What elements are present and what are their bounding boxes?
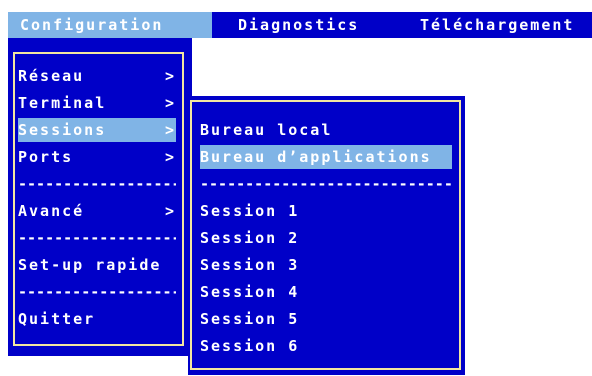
submenu-item-session-5[interactable]: Session 5 (200, 307, 299, 331)
menu-configuration[interactable]: Configuration (8, 12, 212, 38)
menu-item-terminal-label: Terminal (18, 94, 107, 112)
menu-item-setup-rapide-label: Set-up rapide (18, 256, 162, 274)
configuration-dropdown: Réseau > Terminal > Sessions > Ports > -… (8, 38, 192, 356)
chevron-right-icon: > (164, 67, 176, 85)
submenu-separator: ------------------------------- (200, 175, 452, 193)
chevron-right-icon: > (164, 94, 176, 112)
menu-item-avance-label: Avancé (18, 202, 85, 220)
menu-diagnostics[interactable]: Diagnostics (238, 12, 359, 38)
submenu-item-session-1[interactable]: Session 1 (200, 199, 299, 223)
submenu-item-session-4[interactable]: Session 4 (200, 280, 299, 304)
chevron-right-icon: > (164, 148, 176, 166)
chevron-right-icon: > (164, 121, 176, 139)
submenu-item-session-3[interactable]: Session 3 (200, 253, 299, 277)
menu-separator: ------------------------- (18, 283, 176, 301)
menu-item-quitter-label: Quitter (18, 310, 96, 328)
menu-item-ports-label: Ports (18, 148, 74, 166)
submenu-item-session-5-label: Session 5 (200, 310, 300, 328)
submenu-item-bureau-applications-label: Bureau d’applications (200, 148, 432, 166)
chevron-right-icon: > (164, 202, 176, 220)
menu-item-setup-rapide[interactable]: Set-up rapide (18, 253, 178, 277)
menu-telechargement[interactable]: Téléchargement (420, 12, 574, 38)
menu-item-quitter[interactable]: Quitter (18, 307, 176, 331)
menu-item-sessions[interactable]: Sessions > (18, 118, 176, 142)
menu-telechargement-label: Téléchargement (420, 16, 575, 34)
menu-separator: ------------------------- (18, 175, 176, 193)
sessions-submenu: Bureau local Bureau d’applications -----… (188, 96, 465, 375)
submenu-item-session-2-label: Session 2 (200, 229, 300, 247)
menu-configuration-label: Configuration (20, 16, 164, 34)
submenu-item-bureau-local-label: Bureau local (200, 121, 333, 139)
submenu-item-session-1-label: Session 1 (200, 202, 300, 220)
submenu-item-bureau-local[interactable]: Bureau local (200, 118, 332, 142)
menu-item-sessions-label: Sessions (18, 121, 107, 139)
menu-item-terminal[interactable]: Terminal > (18, 91, 176, 115)
submenu-item-session-3-label: Session 3 (200, 256, 300, 274)
menu-item-reseau[interactable]: Réseau > (18, 64, 176, 88)
submenu-item-session-6[interactable]: Session 6 (200, 334, 299, 358)
submenu-item-session-4-label: Session 4 (200, 283, 300, 301)
menu-item-reseau-label: Réseau (18, 67, 85, 85)
menu-separator: ------------------------- (18, 229, 176, 247)
submenu-item-bureau-applications[interactable]: Bureau d’applications (200, 145, 452, 169)
submenu-item-session-2[interactable]: Session 2 (200, 226, 299, 250)
menu-diagnostics-label: Diagnostics (238, 16, 360, 34)
menu-bar: Configuration Diagnostics Téléchargement (8, 12, 592, 38)
submenu-item-session-6-label: Session 6 (200, 337, 300, 355)
menu-item-ports[interactable]: Ports > (18, 145, 176, 169)
menu-item-avance[interactable]: Avancé > (18, 199, 176, 223)
